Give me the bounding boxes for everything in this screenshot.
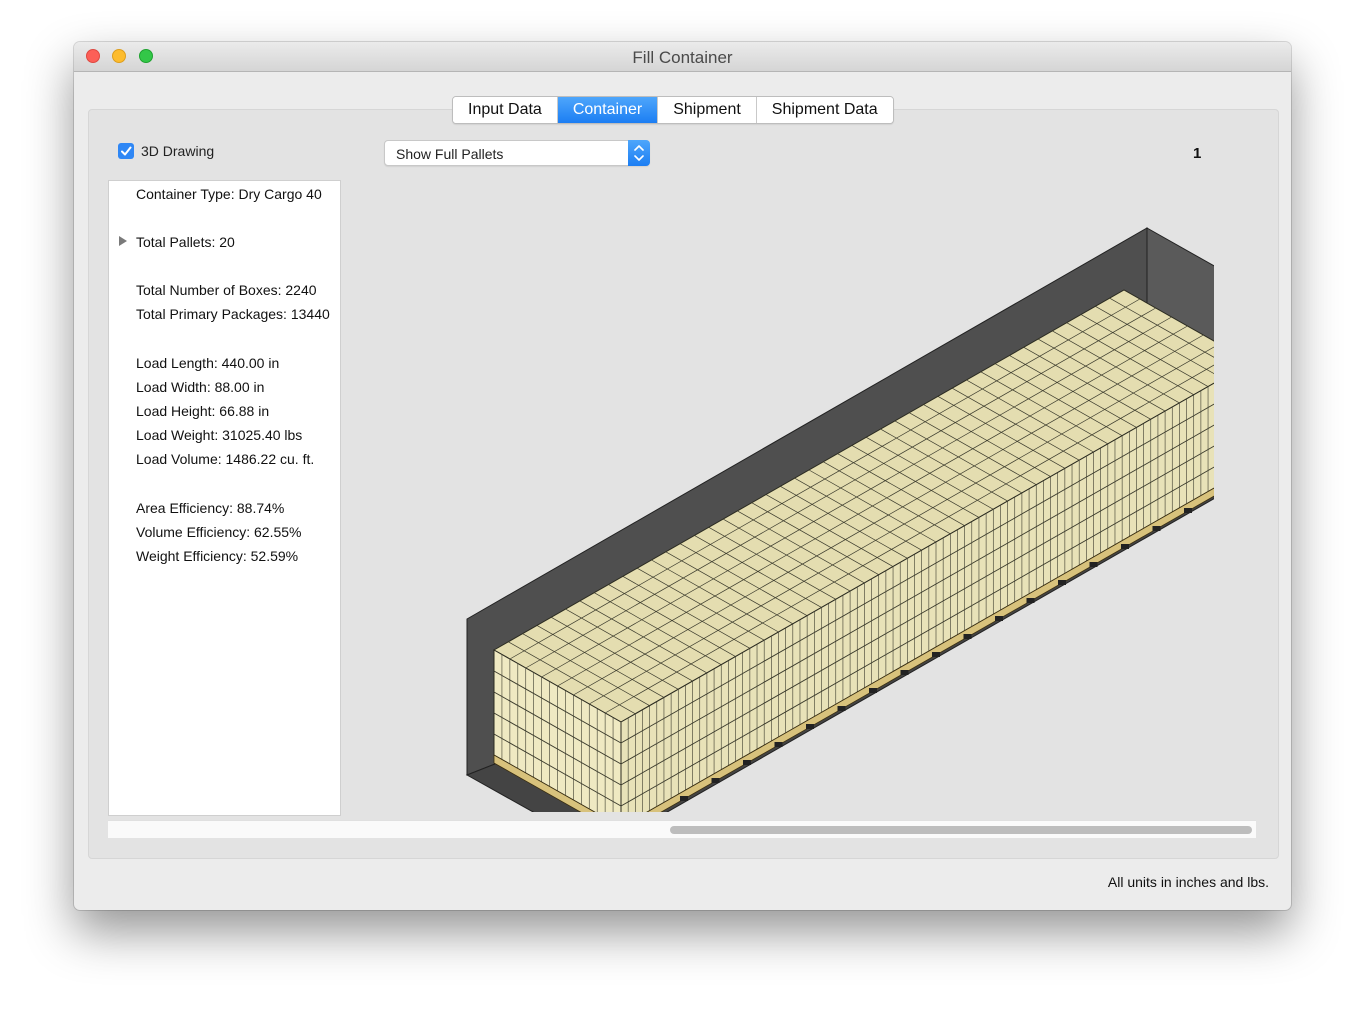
pallet-block bbox=[995, 616, 1003, 621]
area-efficiency-text: Area Efficiency: 88.74% bbox=[136, 500, 285, 516]
load-width-text: Load Width: 88.00 in bbox=[136, 379, 265, 395]
disclosure-triangle-icon[interactable] bbox=[118, 235, 128, 247]
load-height-text: Load Height: 66.88 in bbox=[136, 403, 270, 419]
total-pallets-text[interactable]: Total Pallets: 20 bbox=[136, 234, 235, 250]
pallet-block bbox=[774, 742, 783, 747]
drawing-3d-checkbox[interactable] bbox=[118, 143, 134, 159]
volume-efficiency-text: Volume Efficiency: 62.55% bbox=[136, 524, 302, 540]
tab-shipment[interactable]: Shipment bbox=[658, 97, 757, 123]
tab-bar: Input Data Container Shipment Shipment D… bbox=[452, 96, 894, 124]
weight-efficiency-text: Weight Efficiency: 52.59% bbox=[136, 548, 299, 564]
container-3d-drawing bbox=[465, 227, 1214, 812]
title-bar[interactable]: Fill Container bbox=[74, 42, 1291, 72]
load-volume-text: Load Volume: 1486.22 cu. ft. bbox=[136, 451, 315, 467]
pallet-block bbox=[1058, 580, 1066, 585]
pallet-block bbox=[1089, 562, 1098, 567]
tab-input-data[interactable]: Input Data bbox=[453, 97, 558, 123]
pallet-filter-value: Show Full Pallets bbox=[396, 146, 504, 162]
load-weight-text: Load Weight: 31025.40 lbs bbox=[136, 427, 303, 443]
pallet-block bbox=[963, 634, 972, 639]
pallet-block bbox=[806, 724, 814, 729]
pallet-block bbox=[869, 688, 877, 693]
checkmark-icon bbox=[121, 146, 132, 156]
total-boxes-text: Total Number of Boxes: 2240 bbox=[136, 282, 317, 298]
pallet-block bbox=[1184, 508, 1192, 513]
pallet-block bbox=[1121, 544, 1129, 549]
page-number: 1 bbox=[1193, 145, 1202, 162]
container-type-text: Container Type: Dry Cargo 40 bbox=[136, 186, 322, 202]
load-length-text: Load Length: 440.00 in bbox=[136, 355, 280, 371]
units-note: All units in inches and lbs. bbox=[1107, 874, 1269, 890]
pallet-block bbox=[1026, 598, 1035, 603]
drawing-3d-option[interactable]: 3D Drawing bbox=[118, 143, 214, 159]
pallet-block bbox=[932, 652, 940, 657]
pallet-filter-select[interactable]: Show Full Pallets bbox=[384, 140, 650, 166]
window-title: Fill Container bbox=[632, 48, 733, 67]
drawing-3d-label: 3D Drawing bbox=[141, 143, 215, 159]
pallet-block bbox=[743, 760, 751, 765]
scrollbar-thumb[interactable] bbox=[670, 826, 1252, 834]
horizontal-scrollbar[interactable] bbox=[108, 820, 1256, 838]
pallet-block bbox=[1152, 526, 1161, 531]
tab-shipment-data[interactable]: Shipment Data bbox=[756, 97, 893, 123]
total-primary-packages-text: Total Primary Packages: 13440 bbox=[136, 306, 330, 322]
load-summary-list[interactable]: Container Type: Dry Cargo 40 Total Palle… bbox=[108, 180, 341, 816]
pallet-block bbox=[680, 796, 688, 801]
tab-container[interactable]: Container bbox=[557, 97, 659, 123]
pallet-block bbox=[711, 778, 720, 783]
fill-container-window: Fill Container Input Data Container Ship… bbox=[74, 42, 1291, 910]
updown-chevron-icon[interactable] bbox=[628, 140, 650, 166]
pallet-block bbox=[837, 706, 846, 711]
pallet-block bbox=[900, 670, 909, 675]
